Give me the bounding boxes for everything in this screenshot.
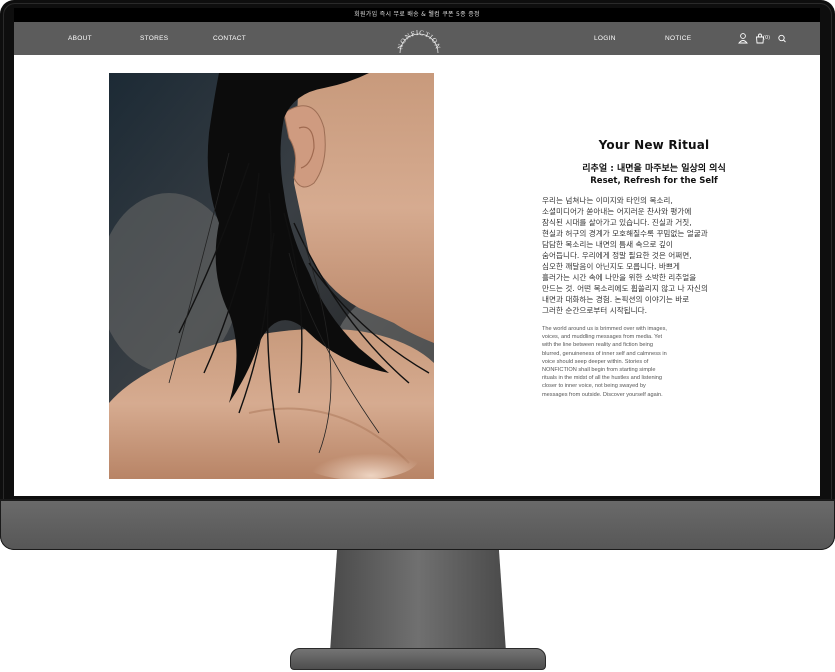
body-korean: 우리는 넘쳐나는 이미지와 타인의 목소리, 소셜미디어가 쏟아내는 어지러운 …: [542, 195, 742, 316]
subtitle-english: Reset, Refresh for the Self: [590, 176, 718, 186]
body-ko-line: 현실과 허구의 경계가 모호해질수록 꾸밈없는 얼굴과: [542, 229, 708, 238]
body-ko-line: 그러한 순간으로부터 시작됩니다.: [542, 306, 648, 315]
body-ko-line: 우리는 넘쳐나는 이미지와 타인의 목소리,: [542, 196, 673, 205]
search-icon[interactable]: [777, 32, 787, 45]
body-ko-line: 소셜미디어가 쏟아내는 어지러운 찬사와 평가에: [542, 207, 692, 216]
body-ko-line: 심오한 깨달음이 아닌지도 모릅니다. 바쁘게: [542, 262, 680, 271]
body-ko-line: 흘러가는 시간 속에 나만을 위한 소박한 리추얼을: [542, 273, 697, 282]
monitor-frame: 회원가입 즉시 무료 배송 & 웰컴 쿠폰 5종 증정 ABOUT STORES…: [0, 0, 835, 550]
monitor-chin: [0, 499, 835, 550]
body-en-line: voice should seep deeper within. Stories…: [542, 358, 649, 365]
body-en-line: with the line between reality and fictio…: [542, 342, 654, 349]
body-ko-line: 내면과 대화하는 경험. 논픽션의 이야기는 바로: [542, 295, 690, 304]
body-ko-line: 잠식된 시대를 살아가고 있습니다. 진실과 거짓,: [542, 218, 692, 227]
svg-text:NONFICTION: NONFICTION: [396, 29, 442, 51]
body-en-line: closer to inner voice, not being swayed …: [542, 383, 646, 390]
body-ko-line: 만드는 것. 어떤 목소리에도 휩쓸리지 않고 나 자신의: [542, 284, 709, 293]
monitor-stand-foot: [290, 648, 546, 670]
subtitle-korean: 리추얼 : 내면을 마주보는 일상의 의식: [582, 164, 726, 174]
nonfiction-logo[interactable]: NONFICTION: [394, 25, 444, 53]
cart-count[interactable]: (0): [763, 35, 770, 41]
monitor-stand-neck: [330, 550, 506, 652]
logo-text: NONFICTION: [396, 29, 441, 51]
body-en-line: NONFICTION shall begin from starting sim…: [542, 367, 656, 374]
body-en-line: blurred, genuineness of inner self and c…: [542, 350, 667, 357]
page-title: Your New Ritual: [598, 138, 710, 152]
hero-photo: [109, 73, 434, 479]
nav-login[interactable]: LOGIN: [594, 22, 616, 55]
nav-stores[interactable]: STORES: [140, 22, 168, 55]
user-icon[interactable]: [738, 32, 748, 45]
body-en-line: The world around us is brimmed over with…: [542, 326, 667, 332]
announcement-bar[interactable]: 회원가입 즉시 무료 배송 & 웰컴 쿠폰 5종 증정: [14, 8, 820, 22]
nav-contact[interactable]: CONTACT: [213, 22, 246, 55]
nav-about[interactable]: ABOUT: [68, 22, 92, 55]
body-en-line: messages from outside. Discover yourself…: [542, 391, 663, 398]
body-en-line: voices, and muddling messages from media…: [542, 334, 663, 341]
body-ko-line: 담담한 목소리는 내면의 틈새 속으로 깊이: [542, 240, 673, 249]
body-ko-line: 숨어듭니다. 우리에게 정말 필요한 것은 어쩌면,: [542, 251, 692, 260]
nav-notice[interactable]: NOTICE: [665, 22, 691, 55]
top-navbar: ABOUT STORES CONTACT NONFICTION LOGIN NO…: [14, 22, 820, 55]
ritual-copy: Your New Ritual 리추얼 : 내면을 마주보는 일상의 의식 Re…: [534, 138, 774, 399]
browser-screen: 회원가입 즉시 무료 배송 & 웰컴 쿠폰 5종 증정 ABOUT STORES…: [14, 8, 820, 496]
body-english: The world around us is brimmed over with…: [542, 325, 692, 399]
body-en-line: rituals in the midst of all the hustles …: [542, 375, 663, 382]
